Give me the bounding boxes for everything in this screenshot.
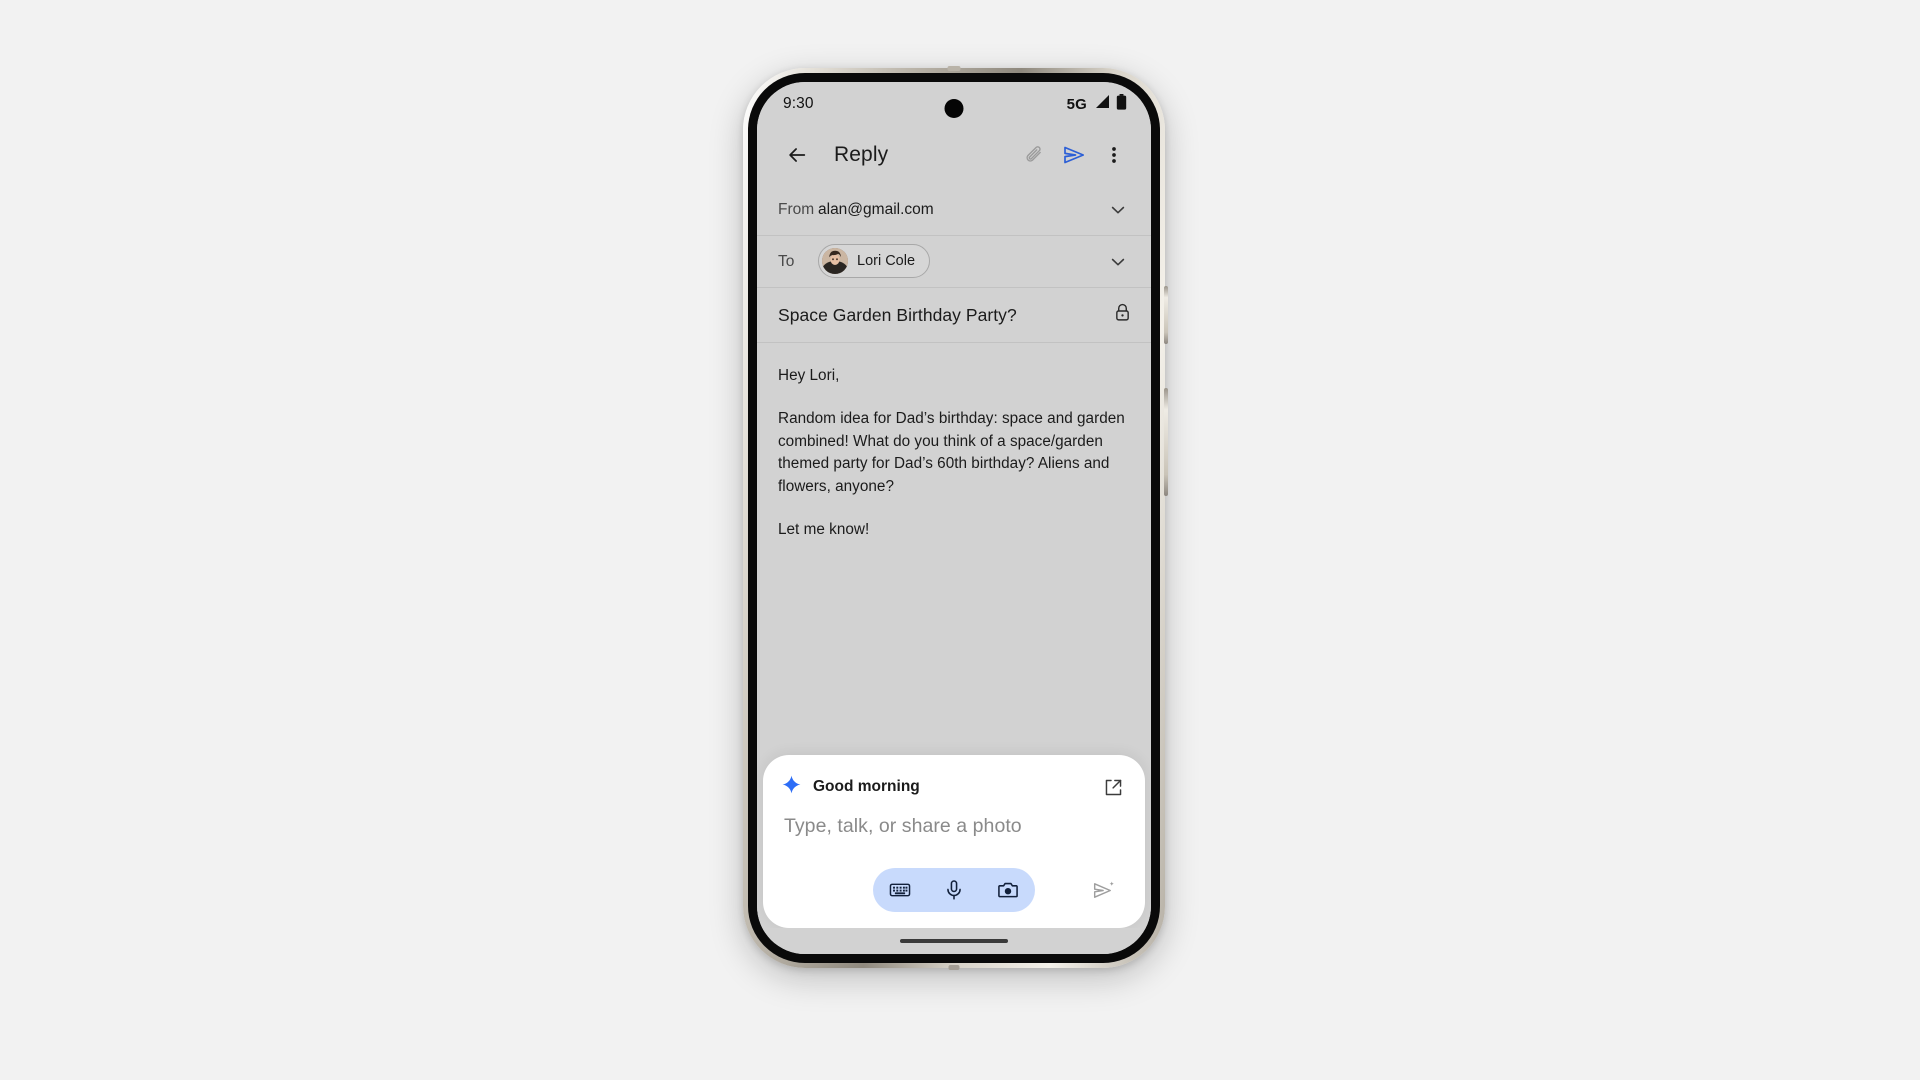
recipient-name: Lori Cole: [857, 253, 916, 269]
to-label: To: [778, 252, 795, 270]
power-button[interactable]: [1164, 286, 1168, 344]
send-sparkle-icon[interactable]: [1086, 873, 1120, 907]
status-bar: 9:30 5G: [757, 82, 1151, 126]
phone-device-frame: 9:30 5G Reply From alan@gmail.com To Lor…: [743, 66, 1168, 970]
more-vert-icon[interactable]: [1094, 135, 1134, 175]
from-field-row[interactable]: From alan@gmail.com: [757, 184, 1151, 236]
usb-port: [948, 965, 960, 970]
status-bar-network-label: 5G: [1066, 95, 1087, 113]
status-bar-indicators: 5G: [1066, 93, 1127, 115]
to-chevron-down-icon[interactable]: [1105, 249, 1131, 275]
open-in-new-icon[interactable]: [1100, 774, 1126, 800]
gemini-input-mode-pill: [873, 868, 1035, 912]
screenshot-canvas: 9:30 5G Reply From alan@gmail.com To Lor…: [0, 0, 1920, 1080]
camera-icon[interactable]: [987, 873, 1029, 907]
home-gesture-bar[interactable]: [900, 939, 1008, 943]
subject-value: Space Garden Birthday Party?: [778, 304, 1017, 325]
status-bar-time: 9:30: [783, 95, 814, 112]
body-paragraph: Random idea for Dad’s birthday: space an…: [778, 410, 1125, 495]
microphone-icon[interactable]: [933, 873, 975, 907]
from-label: From: [778, 200, 815, 218]
volume-rocker-button[interactable]: [1164, 388, 1168, 496]
body-paragraph: Hey Lori,: [778, 367, 840, 384]
page-title: Reply: [834, 143, 889, 166]
battery-full-icon: [1116, 93, 1127, 115]
lock-icon[interactable]: [1114, 303, 1131, 327]
phone-screen: 9:30 5G Reply From alan@gmail.com To Lor…: [757, 82, 1151, 954]
body-paragraph: Let me know!: [778, 521, 870, 539]
to-field-row[interactable]: To Lori Cole: [757, 236, 1151, 288]
gemini-card-header: Good morning: [782, 774, 1126, 800]
system-navigation-bar: [757, 928, 1151, 954]
from-chevron-down-icon[interactable]: [1105, 197, 1131, 223]
gemini-assistant-card: Good morning Type, talk, or share a phot…: [763, 755, 1145, 928]
arrow-back-icon[interactable]: [777, 135, 817, 175]
gemini-action-bar: [782, 868, 1126, 912]
keyboard-icon[interactable]: [879, 873, 921, 907]
send-icon[interactable]: [1054, 135, 1094, 175]
paperclip-icon[interactable]: [1014, 135, 1054, 175]
to-value-area: Lori Cole: [818, 244, 1105, 279]
recipient-chip-lori-cole[interactable]: Lori Cole: [818, 244, 931, 278]
signal-bars-icon: [1093, 94, 1110, 114]
gemini-prompt-input[interactable]: Type, talk, or share a photo: [782, 808, 1126, 838]
contact-avatar: [822, 248, 848, 274]
gemini-sparkle-icon: [782, 775, 801, 799]
front-camera-punch-hole-icon: [944, 99, 964, 118]
app-bar: Reply: [757, 126, 1151, 184]
gemini-greeting: Good morning: [813, 778, 920, 795]
from-value: alan@gmail.com: [818, 200, 934, 218]
earpiece-speaker: [947, 66, 961, 71]
subject-field-row[interactable]: Space Garden Birthday Party?: [757, 288, 1151, 343]
phone-bezel: 9:30 5G Reply From alan@gmail.com To Lor…: [748, 73, 1160, 963]
